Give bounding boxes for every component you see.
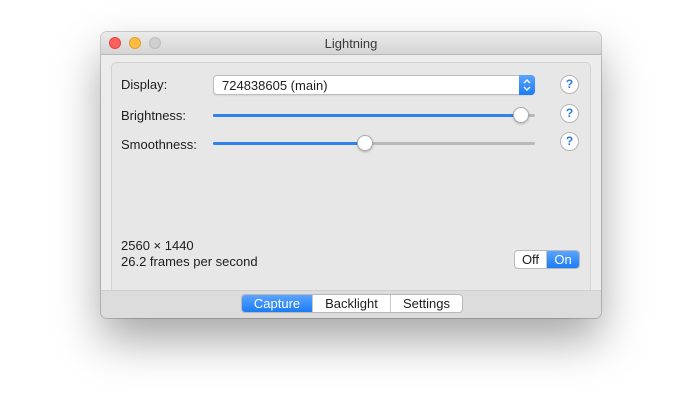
smoothness-track-fill — [213, 142, 365, 145]
display-help-button[interactable]: ? — [560, 75, 579, 94]
smoothness-label: Smoothness: — [121, 137, 197, 152]
title-bar: Lightning — [101, 32, 601, 55]
toggle-on-button[interactable]: On — [547, 251, 579, 268]
question-mark-icon: ? — [565, 106, 574, 120]
toggle-off-button[interactable]: Off — [515, 251, 547, 268]
smoothness-slider[interactable] — [213, 133, 535, 153]
display-select-value: 724838605 (main) — [222, 78, 328, 93]
smoothness-help-button[interactable]: ? — [560, 132, 579, 151]
app-window: Lightning Display: 724838605 (main) ? Br… — [101, 32, 601, 318]
brightness-label: Brightness: — [121, 108, 187, 123]
display-label: Display: — [121, 77, 168, 92]
question-mark-icon: ? — [565, 134, 574, 148]
capture-toggle: Off On — [514, 250, 580, 269]
resolution-text: 2560 × 1440 — [121, 238, 194, 253]
tab-settings[interactable]: Settings — [391, 295, 462, 312]
smoothness-slider-knob[interactable] — [357, 135, 373, 151]
tab-capture[interactable]: Capture — [242, 295, 313, 312]
brightness-slider[interactable] — [213, 105, 535, 125]
tab-selector: Capture Backlight Settings — [241, 294, 463, 313]
display-select[interactable]: 724838605 (main) — [213, 75, 535, 95]
brightness-slider-knob[interactable] — [513, 107, 529, 123]
content-panel — [111, 62, 591, 314]
window-title: Lightning — [324, 36, 378, 51]
question-mark-icon: ? — [565, 77, 574, 91]
brightness-help-button[interactable]: ? — [560, 104, 579, 123]
framerate-text: 26.2 frames per second — [121, 254, 258, 269]
tab-backlight[interactable]: Backlight — [313, 295, 391, 312]
brightness-track-fill — [213, 114, 521, 117]
up-down-chevron-icon — [519, 75, 535, 95]
